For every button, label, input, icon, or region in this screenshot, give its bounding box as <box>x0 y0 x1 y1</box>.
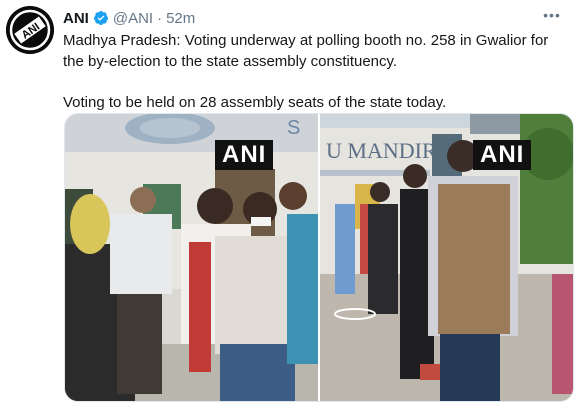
header-separator: · <box>157 9 163 27</box>
ani-logo-icon: ANI <box>6 6 54 54</box>
tweet-media[interactable]: S ANI U MANDIR ANI <box>64 113 574 402</box>
tweet-card[interactable]: ANI ANI @ANI · 52m ••• Madhya Pradesh: V… <box>0 0 574 411</box>
more-options-icon[interactable]: ••• <box>542 8 562 26</box>
tweet-timestamp[interactable]: 52m <box>166 10 195 27</box>
tweet-text-paragraph-1: Madhya Pradesh: Voting underway at polli… <box>63 32 549 70</box>
verified-badge-icon <box>93 11 108 25</box>
media-photo-right[interactable]: U MANDIR ANI <box>320 114 573 401</box>
svg-text:U MANDIR: U MANDIR <box>326 138 437 163</box>
tweet-header: ANI @ANI · 52m <box>63 8 195 28</box>
author-handle[interactable]: @ANI <box>113 10 153 27</box>
ani-watermark-left: ANI <box>215 140 274 170</box>
polling-queue-photo-right: U MANDIR <box>320 114 573 401</box>
polling-queue-photo-left: S <box>65 114 318 401</box>
author-avatar[interactable]: ANI <box>6 6 54 54</box>
svg-text:S: S <box>287 117 300 139</box>
author-name[interactable]: ANI <box>63 10 89 27</box>
tweet-text: Madhya Pradesh: Voting underway at polli… <box>63 30 563 113</box>
media-photo-left[interactable]: S ANI <box>65 114 318 401</box>
tweet-text-paragraph-2: Voting to be held on 28 assembly seats o… <box>63 94 447 111</box>
ani-watermark-right: ANI <box>473 140 532 170</box>
